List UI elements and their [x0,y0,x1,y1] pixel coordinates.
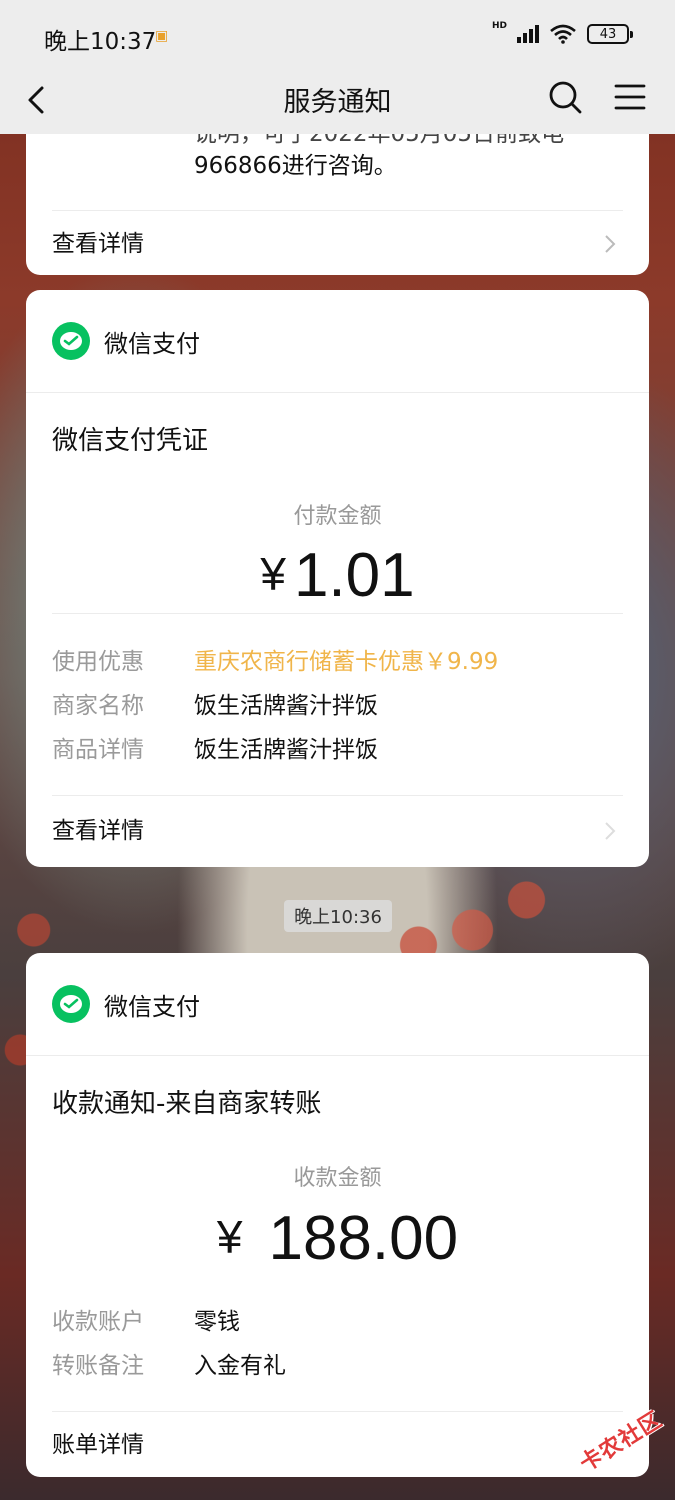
bill-details-label: 账单详情 [52,1432,144,1458]
view-details-link[interactable]: 查看详情 [52,811,623,851]
info-value: 饭生活牌酱汁拌饭 [194,693,378,719]
divider [52,613,623,614]
view-details-link[interactable]: 查看详情 [52,224,623,264]
currency-symbol: ¥ [216,1211,243,1263]
wechat-pay-icon [52,322,90,360]
notification-icon: ▣ [155,28,169,44]
info-row-product: 商品详情 饭生活牌酱汁拌饭 [52,730,623,764]
amount-number: 1.01 [293,541,415,610]
chevron-right-icon [605,235,616,253]
info-key: 使用优惠 [52,649,144,675]
info-value: 饭生活牌酱汁拌饭 [194,737,378,763]
card-heading: 收款通知-来自商家转账 [52,1089,322,1119]
amount-value: ¥188.00 [26,1203,649,1274]
message-timestamp: 晚上10:36 [284,900,392,932]
divider [52,1411,623,1412]
battery-icon: 43 [587,24,633,44]
partial-text-line: 966866进行咨询。 [194,153,397,179]
bill-details-link[interactable]: 账单详情 [52,1425,623,1465]
top-bar: 晚上10:37 ▣ HD 43 服务通知 [0,0,675,134]
wifi-icon [550,24,576,44]
info-key: 商家名称 [52,693,144,719]
divider [52,210,623,211]
card-brand: 微信支付 [52,985,200,1023]
status-bar: 晚上10:37 ▣ HD 43 [0,0,675,72]
battery-level: 43 [599,26,617,42]
view-details-label: 查看详情 [52,231,144,257]
nav-bar: 服务通知 [0,72,675,134]
info-value: 入金有礼 [194,1353,286,1379]
amount-label: 付款金额 [293,504,382,529]
info-value: 重庆农商行储蓄卡优惠￥9.99 [194,649,499,675]
info-value: 零钱 [194,1309,240,1335]
info-row-remark: 转账备注 入金有礼 [52,1346,623,1380]
brand-name: 微信支付 [104,992,200,1021]
signal-icon [517,25,539,43]
info-row-merchant: 商家名称 饭生活牌酱汁拌饭 [52,686,623,720]
status-icons: HD 43 [491,21,633,44]
info-key: 转账备注 [52,1353,144,1379]
chevron-right-icon [605,822,616,840]
view-details-label: 查看详情 [52,818,144,844]
amount-value: ¥1.01 [26,540,649,611]
payment-voucher-card[interactable]: 微信支付 微信支付凭证 付款金额 ¥1.01 使用优惠 重庆农商行储蓄卡优惠￥9… [26,290,649,867]
receipt-notice-card[interactable]: 微信支付 收款通知-来自商家转账 收款金额 ¥188.00 收款账户 零钱 转账… [26,953,649,1477]
info-key: 商品详情 [52,737,144,763]
divider [52,795,623,796]
currency-symbol: ¥ [260,548,286,600]
amount-label: 收款金额 [293,1166,382,1191]
wechat-pay-icon [52,985,90,1023]
info-key: 收款账户 [52,1309,144,1335]
status-time: 晚上10:37 [44,29,157,55]
divider [26,392,649,393]
notification-card-partial: 说明，可于2022年05月05日前致电 966866进行咨询。 查看详情 [26,110,649,275]
menu-icon[interactable] [614,82,646,112]
card-heading: 微信支付凭证 [52,426,209,456]
info-row-discount: 使用优惠 重庆农商行储蓄卡优惠￥9.99 [52,642,623,676]
info-row-account: 收款账户 零钱 [52,1302,623,1336]
hd-label: HD [491,21,507,31]
search-icon[interactable] [548,80,582,114]
amount-number: 188.00 [268,1204,459,1273]
card-brand: 微信支付 [52,322,200,360]
brand-name: 微信支付 [104,329,200,358]
divider [26,1055,649,1056]
